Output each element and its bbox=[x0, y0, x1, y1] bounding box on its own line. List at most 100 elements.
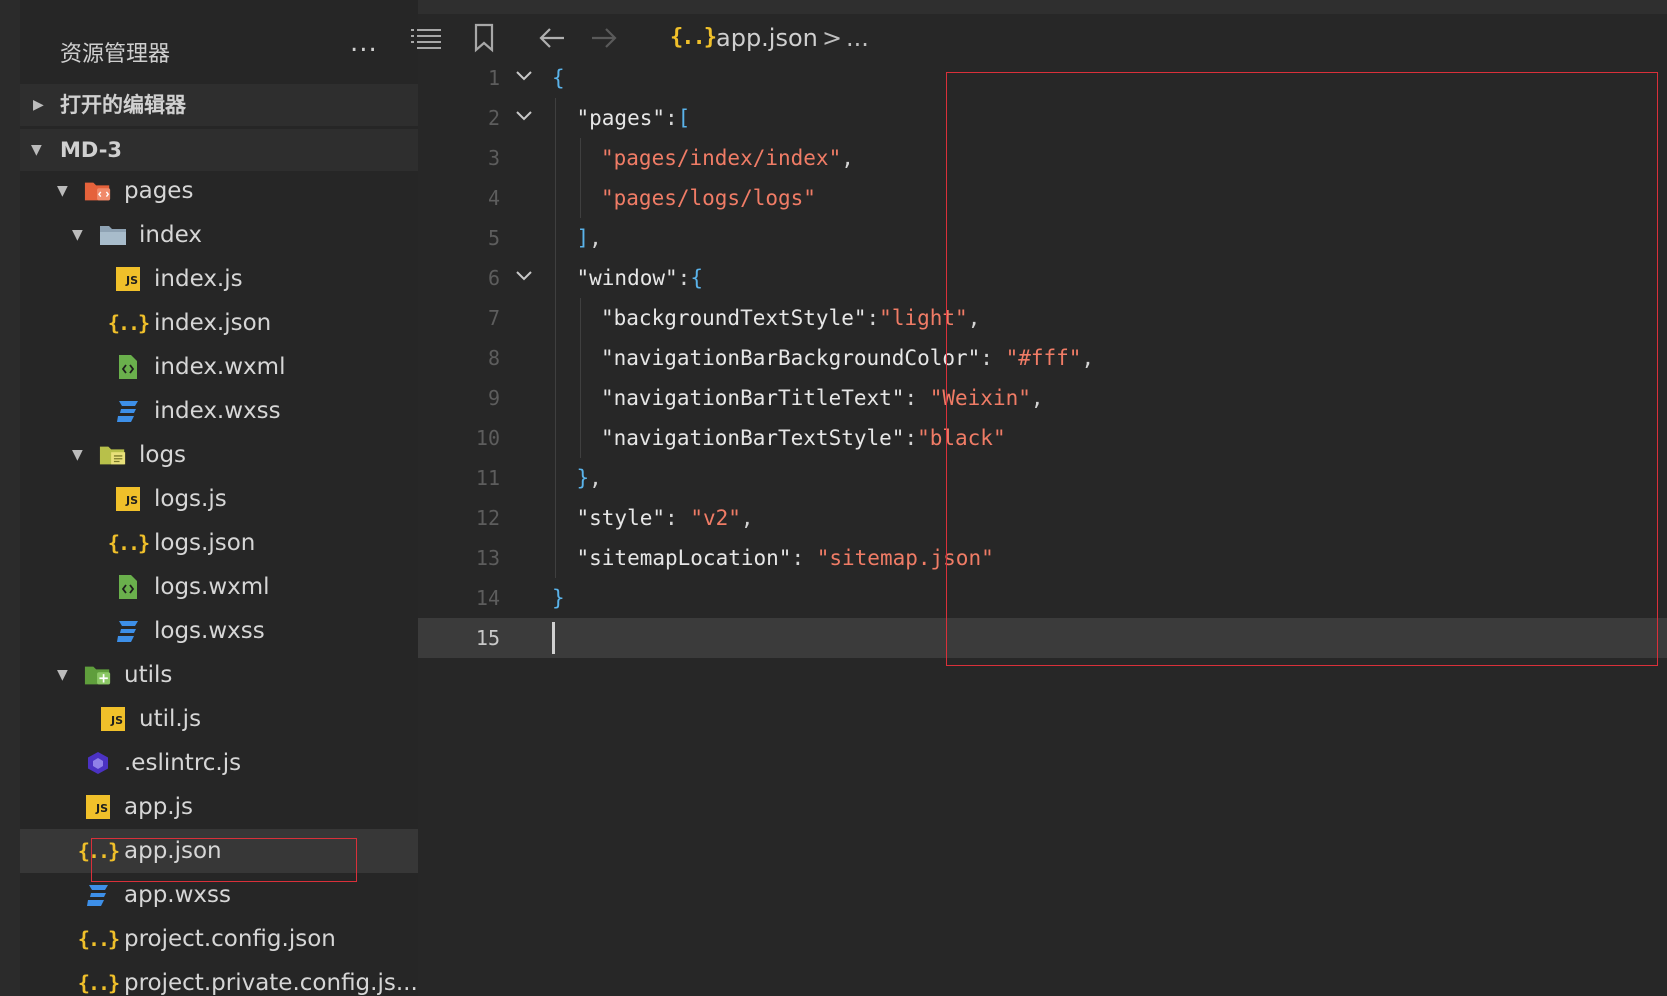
tree-item[interactable]: {..} logs.json bbox=[20, 521, 418, 565]
project-section[interactable]: ▼ MD-3 bbox=[20, 129, 418, 171]
tree-item-label: app.wxss bbox=[124, 882, 231, 908]
indent-guide bbox=[555, 258, 556, 298]
js-file-icon: JS bbox=[114, 486, 142, 512]
tree-item[interactable]: {..} index.json bbox=[20, 301, 418, 345]
tree-item-label: utils bbox=[124, 662, 173, 688]
code-text: "pages/logs/logs" bbox=[601, 178, 816, 218]
code-line[interactable]: 3 "pages/index/index", bbox=[418, 138, 1667, 178]
tree-item-label: util.js bbox=[139, 706, 202, 732]
code-text: "style": "v2", bbox=[577, 498, 754, 538]
json-file-icon: {..} bbox=[107, 311, 150, 335]
code-line[interactable]: 8 "navigationBarBackgroundColor": "#fff", bbox=[418, 338, 1667, 378]
code-line[interactable]: 2 "pages":[ bbox=[418, 98, 1667, 138]
tree-item[interactable]: logs.wxss bbox=[20, 609, 418, 653]
js-file-icon: JS bbox=[99, 706, 127, 732]
code-text: "window":{ bbox=[577, 258, 703, 298]
tree-item-label: pages bbox=[124, 178, 194, 204]
line-number: 14 bbox=[475, 586, 500, 610]
tree-item[interactable]: logs.wxml bbox=[20, 565, 418, 609]
code-token: } bbox=[576, 466, 590, 490]
tree-item-label: app.js bbox=[124, 794, 193, 820]
more-actions-button[interactable]: ... bbox=[350, 28, 378, 58]
code-token: , bbox=[589, 226, 602, 250]
json-file-icon: {..} bbox=[670, 25, 717, 50]
line-number: 4 bbox=[487, 186, 500, 210]
fold-chevron-icon[interactable] bbox=[514, 106, 534, 126]
tree-item[interactable]: ▼ pages bbox=[20, 169, 418, 213]
tree-item[interactable]: {..} project.private.config.js... bbox=[20, 961, 418, 996]
tree-item[interactable]: app.wxss bbox=[20, 873, 418, 917]
code-token: : bbox=[665, 506, 691, 530]
code-line[interactable]: 7 "backgroundTextStyle":"light", bbox=[418, 298, 1667, 338]
code-line[interactable]: 10 "navigationBarTextStyle":"black" bbox=[418, 418, 1667, 458]
tree-item[interactable]: ▼ logs bbox=[20, 433, 418, 477]
code-line[interactable]: 14} bbox=[418, 578, 1667, 618]
code-token: { bbox=[552, 66, 565, 90]
editor-toolbar: {..} app.json > ... bbox=[411, 14, 1667, 62]
tree-item[interactable]: JS logs.js bbox=[20, 477, 418, 521]
code-token: , bbox=[740, 506, 754, 530]
indent-guide bbox=[579, 418, 581, 458]
code-token: } bbox=[552, 586, 565, 610]
tree-item[interactable]: ▼ index bbox=[20, 213, 418, 257]
code-line[interactable]: 13 "sitemapLocation": "sitemap.json" bbox=[418, 538, 1667, 578]
line-number: 1 bbox=[487, 66, 500, 90]
indent-guide bbox=[579, 378, 581, 418]
breadcrumb-file[interactable]: app.json bbox=[716, 20, 818, 56]
code-line[interactable]: 15 bbox=[418, 618, 1667, 658]
line-number: 10 bbox=[475, 426, 500, 450]
outline-list-icon[interactable] bbox=[406, 18, 446, 58]
code-token: ] bbox=[576, 226, 590, 250]
explorer-title: 资源管理器 bbox=[60, 42, 171, 67]
line-number: 13 bbox=[475, 546, 500, 570]
code-editor[interactable]: 1{2 "pages":[3 "pages/index/index", 4 "pages… bbox=[418, 58, 1667, 668]
tree-item-label: project.config.json bbox=[124, 926, 336, 952]
eslint-icon bbox=[84, 750, 112, 776]
fold-chevron-icon[interactable] bbox=[514, 266, 534, 286]
bookmark-icon[interactable] bbox=[464, 18, 504, 58]
chevron-down-icon: ▼ bbox=[31, 142, 42, 158]
tree-item[interactable]: index.wxml bbox=[20, 345, 418, 389]
line-number: 11 bbox=[475, 466, 500, 490]
breadcrumb-more[interactable]: ... bbox=[846, 20, 869, 56]
wxml-file-icon bbox=[114, 354, 142, 380]
code-text: }, bbox=[577, 458, 602, 498]
json-file-icon: {..} bbox=[107, 531, 150, 555]
tree-item[interactable]: .eslintrc.js bbox=[20, 741, 418, 785]
tree-item-label: app.json bbox=[124, 838, 222, 864]
code-line[interactable]: 11}, bbox=[418, 458, 1667, 498]
indent-guide bbox=[555, 458, 556, 498]
code-line[interactable]: 6 "window":{ bbox=[418, 258, 1667, 298]
code-line[interactable]: 1{ bbox=[418, 58, 1667, 98]
code-token: "#fff" bbox=[1005, 346, 1082, 370]
tree-item[interactable]: {..} app.json bbox=[20, 829, 418, 873]
code-token: , bbox=[1030, 386, 1044, 410]
code-text: "sitemapLocation": "sitemap.json" bbox=[577, 538, 994, 578]
tree-item[interactable]: {..} project.config.json bbox=[20, 917, 418, 961]
tree-item[interactable]: index.wxss bbox=[20, 389, 418, 433]
chevron-right-icon: ▶ bbox=[33, 97, 44, 113]
indent-guide bbox=[555, 498, 556, 538]
fold-chevron-icon[interactable] bbox=[514, 66, 534, 86]
code-line[interactable]: 12 "style": "v2", bbox=[418, 498, 1667, 538]
back-arrow-icon[interactable] bbox=[532, 18, 572, 58]
code-line[interactable]: 9 "navigationBarTitleText": "Weixin", bbox=[418, 378, 1667, 418]
indent-guide bbox=[555, 138, 556, 178]
indent-guide bbox=[579, 298, 581, 338]
code-token: "pages/logs/logs" bbox=[601, 186, 816, 210]
code-line[interactable]: 5], bbox=[418, 218, 1667, 258]
code-text: "pages/index/index", bbox=[601, 138, 854, 178]
breadcrumb-separator: > bbox=[822, 24, 843, 52]
tree-item[interactable]: ▼ utils bbox=[20, 653, 418, 697]
code-text: "navigationBarBackgroundColor": "#fff", bbox=[601, 338, 1094, 378]
line-number: 12 bbox=[475, 506, 500, 530]
tree-item[interactable]: JS index.js bbox=[20, 257, 418, 301]
code-token: { bbox=[690, 266, 703, 290]
code-line[interactable]: 4 "pages/logs/logs" bbox=[418, 178, 1667, 218]
tree-item[interactable]: JS util.js bbox=[20, 697, 418, 741]
code-text: "backgroundTextStyle":"light", bbox=[601, 298, 980, 338]
open-editors-section[interactable]: ▶ 打开的编辑器 bbox=[20, 84, 418, 126]
tree-item[interactable]: JS app.js bbox=[20, 785, 418, 829]
forward-arrow-icon[interactable] bbox=[584, 18, 624, 58]
line-number: 5 bbox=[487, 226, 500, 250]
